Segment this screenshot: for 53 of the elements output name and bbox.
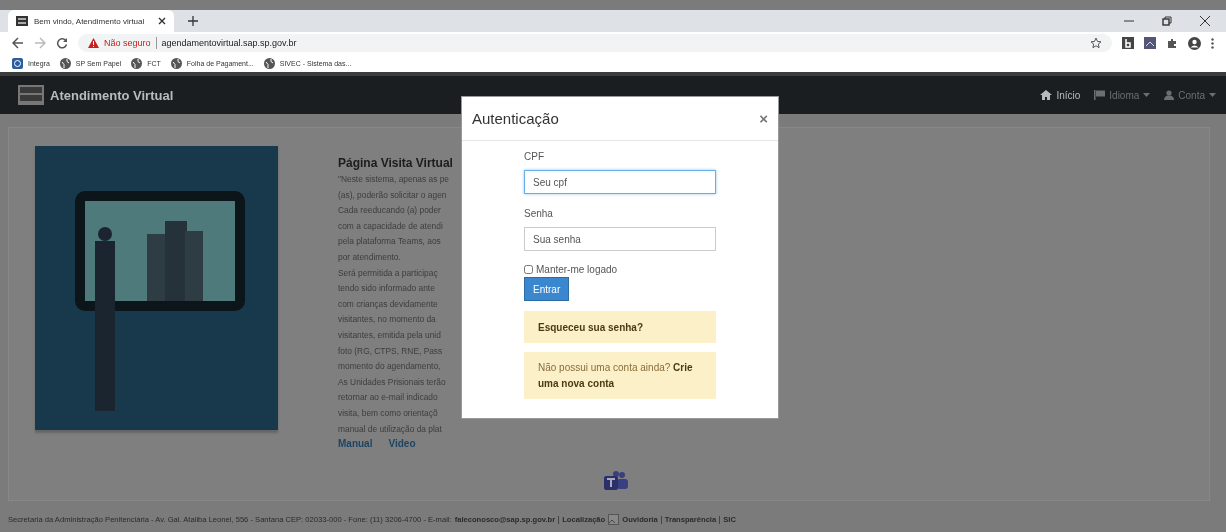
warning-icon — [88, 38, 99, 48]
paragraph-line: visitantes, no momento da — [338, 313, 437, 327]
nav-item[interactable]: Idioma — [1094, 89, 1151, 101]
security-warning: Não seguro — [104, 38, 151, 48]
brand-title[interactable]: Atendimento Virtual — [50, 87, 174, 103]
caret-icon — [1209, 93, 1216, 97]
user-icon — [1164, 90, 1175, 100]
caret-icon — [1143, 93, 1151, 97]
nav-item[interactable]: Conta — [1164, 89, 1216, 101]
menu-icon[interactable] — [1211, 37, 1214, 49]
browser-tab[interactable]: Bem vindo, Atendimento virtual — [8, 10, 174, 32]
nav-item[interactable]: Início — [1040, 89, 1081, 101]
input-field[interactable]: Sua senha — [524, 227, 716, 251]
field-label: CPF — [524, 151, 545, 162]
dialog-title: Autenticação — [472, 110, 560, 127]
home-icon — [1040, 90, 1053, 100]
checkbox-label: Manter-me logado — [536, 264, 618, 275]
close-window-icon[interactable] — [1200, 16, 1210, 26]
submit-button[interactable]: Entrar — [524, 277, 570, 301]
input-field[interactable]: Seu cpf — [524, 170, 716, 194]
puzzle-icon[interactable] — [1166, 37, 1178, 49]
globe-icon — [131, 57, 143, 69]
tab-title: Bem vindo, Atendimento virtual — [34, 16, 146, 26]
globe-icon — [170, 57, 182, 69]
logo-icon — [18, 85, 44, 105]
checkbox[interactable] — [524, 265, 533, 274]
globe-icon — [59, 57, 71, 69]
extension-icon[interactable] — [1122, 37, 1134, 49]
reload-icon[interactable] — [56, 37, 68, 49]
signup-text: Não possui uma conta ainda? Crie uma nova conta — [538, 360, 694, 391]
url-text: agendamentovirtual.sap.sp.gov.br — [161, 38, 297, 48]
back-arrow-icon[interactable] — [12, 37, 24, 49]
page-heading: Página Visita Virtual — [338, 156, 454, 170]
forgot-password-link[interactable]: Esqueceu sua senha? — [538, 321, 644, 333]
image-icon — [608, 514, 620, 525]
paragraph-line: As Unidades Prisionais terão — [338, 375, 447, 389]
field-label: Senha — [524, 208, 554, 219]
app-icon — [12, 57, 23, 69]
site-favicon-icon — [16, 16, 28, 26]
link[interactable]: Manual — [338, 438, 373, 450]
link[interactable]: Video — [388, 438, 416, 450]
flag-icon — [1094, 90, 1106, 100]
close-button[interactable]: × — [759, 110, 768, 127]
teams-icon[interactable] — [604, 471, 628, 493]
address-bar[interactable]: Não seguro agendamentovirtual.sap.sp.gov.br — [78, 34, 1112, 52]
restore-icon[interactable] — [1162, 16, 1172, 26]
star-icon[interactable] — [1090, 37, 1102, 49]
paragraph-line: manual de utilização da plat — [338, 422, 443, 436]
close-icon[interactable] — [158, 17, 166, 25]
profile-icon[interactable] — [1188, 36, 1201, 50]
new-tab-icon[interactable] — [188, 16, 198, 26]
globe-icon — [263, 57, 275, 69]
extension-icon[interactable] — [1144, 37, 1156, 49]
